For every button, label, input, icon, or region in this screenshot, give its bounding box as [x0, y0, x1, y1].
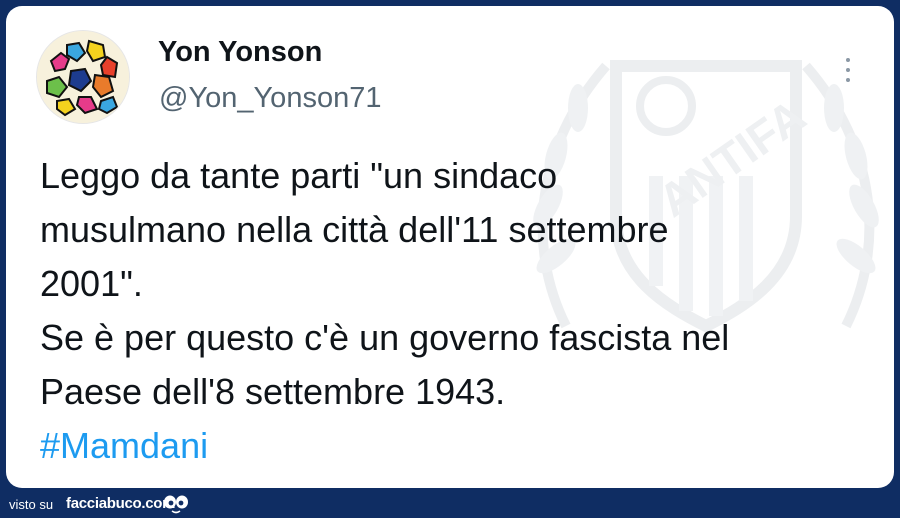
more-dot	[846, 58, 850, 62]
tweet-text-line: Leggo da tante parti "un sindaco	[40, 155, 558, 196]
hashtag-link[interactable]: #Mamdani	[40, 419, 870, 473]
tweet-card: ANTIFA Yon Yonson @Yon_Yonson71 Leggo da…	[6, 6, 894, 488]
tweet-text: Leggo da tante parti "un sindaco musulma…	[40, 149, 870, 473]
visto-su-label: visto su	[9, 497, 54, 512]
display-name[interactable]: Yon Yonson	[158, 38, 322, 67]
more-dot	[846, 68, 850, 72]
tweet-text-line: 2001".	[40, 263, 143, 304]
more-dot	[846, 78, 850, 82]
footer-bar: visto su facciabuco.com	[0, 490, 900, 518]
facciabuco-logo-icon	[164, 495, 188, 514]
user-handle[interactable]: @Yon_Yonson71	[159, 84, 381, 113]
brand-link[interactable]: facciabuco.com	[66, 495, 175, 512]
page-frame: ANTIFA Yon Yonson @Yon_Yonson71 Leggo da…	[0, 0, 900, 518]
tweet-text-line: musulmano nella città dell'11 settembre	[40, 209, 669, 250]
avatar[interactable]	[36, 30, 130, 124]
more-options-icon[interactable]	[838, 52, 858, 88]
tweet-text-line: Se è per questo c'è un governo fascista …	[40, 317, 730, 358]
tweet-text-line: Paese dell'8 settembre 1943.	[40, 371, 506, 412]
keith-haring-figures-avatar-icon	[37, 31, 129, 123]
